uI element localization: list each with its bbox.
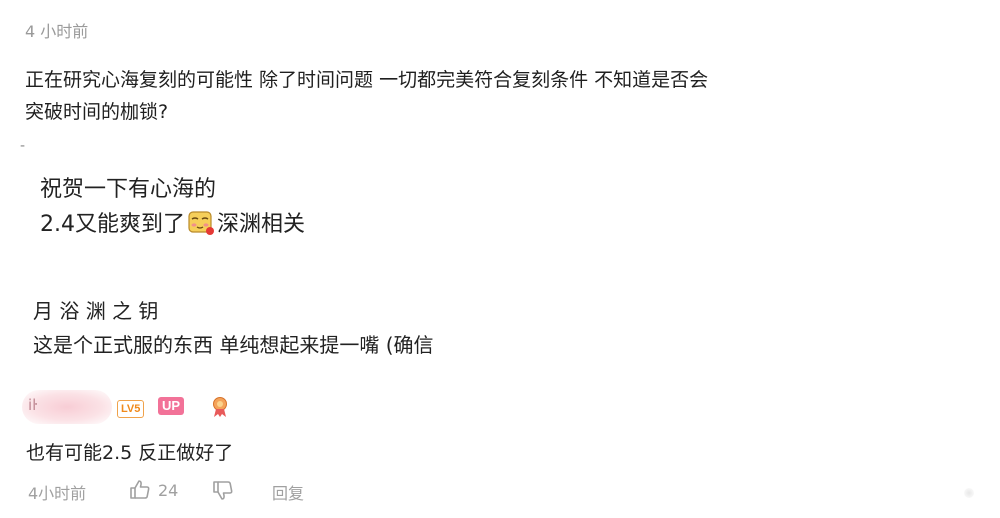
quoted-line-1: 祝贺一下有心海的 (40, 177, 217, 202)
blurred-username[interactable]: iŀ (22, 390, 112, 424)
comment-body: 正在研究心海复刻的可能性 除了时间问题 一切都完美符合复刻条件 不知道是否会 突… (25, 64, 708, 128)
medal-icon (210, 396, 230, 418)
reply-post-text: 这是个正式服的东西 单纯想起来提一嘴 (确信 (33, 333, 434, 357)
quoted-line-2: 2.4又能爽到了 深渊相关 (40, 207, 305, 242)
thumbs-up-icon[interactable] (128, 478, 152, 506)
username-fragment: iŀ (28, 396, 38, 414)
level-badge: LV5 (117, 400, 145, 418)
reply-post: 月 浴 渊 之 钥 这是个正式服的东西 单纯想起来提一嘴 (确信 (33, 294, 434, 362)
reply-username[interactable]: 月 浴 渊 之 钥 (33, 294, 434, 328)
thumbs-down-icon[interactable] (211, 478, 235, 506)
quoted-line-2-after: 深渊相关 (217, 212, 306, 237)
corner-mark (964, 488, 974, 498)
yellow-cheek-emoji-icon (187, 209, 215, 237)
separator-mark: - (20, 138, 26, 154)
comment-timestamp: 4 小时前 (25, 22, 89, 41)
comment-line-2: 突破时间的枷锁? (25, 101, 169, 123)
up-badge: UP (158, 397, 185, 415)
quoted-line-2-before: 2.4又能爽到了 (40, 212, 185, 237)
quoted-reply: 祝贺一下有心海的 2.4又能爽到了 深渊相关 (40, 172, 305, 242)
reply-timestamp: 4小时前 (28, 484, 87, 503)
like-count: 24 (158, 481, 179, 500)
reply-button[interactable]: 回复 (272, 480, 304, 504)
comment-line-1: 正在研究心海复刻的可能性 除了时间问题 一切都完美符合复刻条件 不知道是否会 (25, 69, 709, 91)
reply-text: 也有可能2.5 反正做好了 (26, 442, 234, 464)
